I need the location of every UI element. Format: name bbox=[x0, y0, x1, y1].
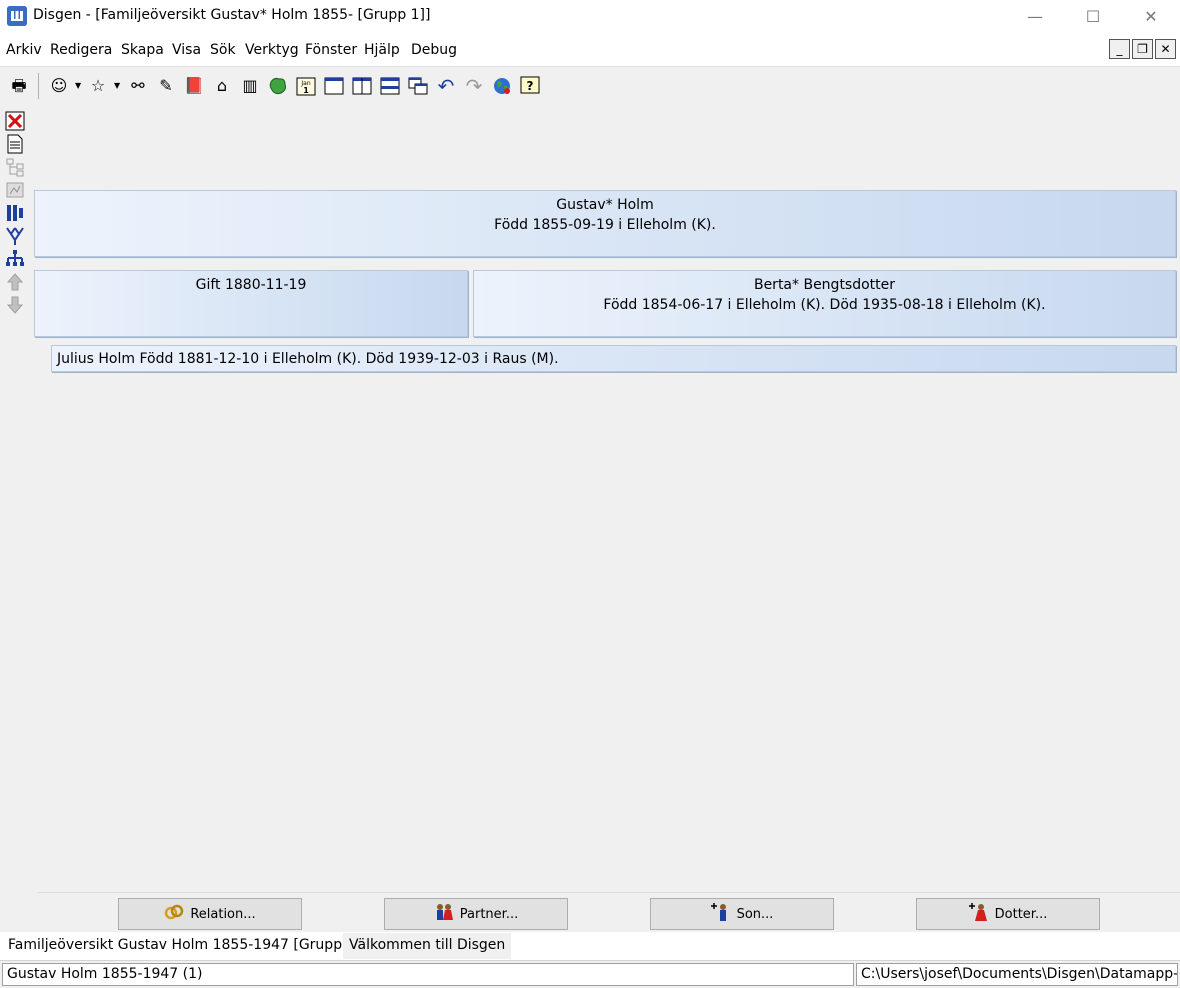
book-icon[interactable]: 📕 bbox=[183, 75, 205, 97]
up-dim-icon[interactable] bbox=[4, 271, 26, 293]
menu-skapa[interactable]: Skapa bbox=[121, 42, 164, 58]
columns-icon[interactable] bbox=[4, 202, 26, 224]
disgen-app-icon bbox=[7, 6, 27, 26]
menu-debug[interactable]: Debug bbox=[411, 42, 457, 58]
partner-button-label: Partner... bbox=[459, 906, 519, 922]
add-son-button[interactable]: Son... bbox=[650, 898, 834, 930]
add-daughter-button-label: Dotter... bbox=[994, 906, 1048, 922]
relation-button-label: Relation... bbox=[190, 906, 256, 922]
partner-card[interactable]: Berta* Bengtsdotter Född 1854-06-17 i El… bbox=[473, 270, 1176, 337]
add-daughter-button[interactable]: Dotter... bbox=[916, 898, 1100, 930]
menu-redigera[interactable]: Redigera bbox=[50, 42, 112, 58]
child-row[interactable]: Julius Holm Född 1881-12-10 i Elleholm (… bbox=[51, 345, 1176, 372]
family-overview-workspace: Gustav* Holm Född 1855-09-19 i Elleholm … bbox=[0, 106, 1180, 932]
window-single-icon[interactable] bbox=[323, 75, 345, 97]
tab-welcome[interactable]: Välkommen till Disgen bbox=[343, 933, 512, 959]
menu-verktyg[interactable]: Verktyg bbox=[245, 42, 299, 58]
action-button-panel: Relation... Partner... Son... Dotter... bbox=[37, 892, 1180, 932]
partner-name: Berta* Bengtsdotter bbox=[753, 277, 896, 293]
menu-bar: Arkiv Redigera Skapa Visa Sök Verktyg Fö… bbox=[0, 36, 1180, 64]
rings-icon bbox=[164, 904, 184, 924]
add-daughter-icon bbox=[968, 902, 989, 926]
close-button[interactable]: ✕ bbox=[1122, 0, 1180, 32]
partner-button[interactable]: Partner... bbox=[384, 898, 568, 930]
menu-fonster[interactable]: Fönster bbox=[305, 42, 357, 58]
side-toolbar bbox=[4, 110, 30, 317]
window-title: Disgen - [Familjeöversikt Gustav* Holm 1… bbox=[33, 7, 431, 23]
maximize-button[interactable]: ☐ bbox=[1064, 0, 1122, 32]
menu-arkiv[interactable]: Arkiv bbox=[6, 42, 42, 58]
partner-details: Född 1854-06-17 i Elleholm (K). Död 1935… bbox=[603, 297, 1046, 313]
add-son-button-label: Son... bbox=[736, 906, 774, 922]
notes-icon[interactable] bbox=[4, 133, 26, 155]
head-person-name: Gustav* Holm bbox=[556, 197, 654, 213]
chevron-down-icon[interactable]: ▼ bbox=[114, 81, 120, 90]
toolbar: 🖶 ☺ ▼ ☆ ▼ ⚯ ✎ 📕 ⌂ ▥ Jan 1 ↶ ↷ ? bbox=[0, 66, 1180, 106]
window-split-vertical-icon[interactable] bbox=[351, 75, 373, 97]
disgen-window: Disgen - [Familjeöversikt Gustav* Holm 1… bbox=[0, 0, 1180, 988]
minimize-button[interactable]: — bbox=[1006, 0, 1064, 32]
window-split-horizontal-icon[interactable] bbox=[379, 75, 401, 97]
mdi-minimize-button[interactable]: _ bbox=[1109, 39, 1130, 59]
marriage-card[interactable]: Gift 1880-11-19 bbox=[34, 270, 468, 337]
undo-icon[interactable]: ↶ bbox=[435, 75, 457, 97]
books-icon[interactable]: ▥ bbox=[239, 75, 261, 97]
ancestors-icon[interactable] bbox=[4, 248, 26, 270]
status-data-path: C:\Users\josef\Documents\Disgen\Datamapp… bbox=[856, 963, 1178, 986]
status-current-person: Gustav Holm 1855-1947 (1) bbox=[2, 963, 854, 986]
status-bar: Gustav Holm 1855-1947 (1) C:\Users\josef… bbox=[0, 960, 1180, 988]
chevron-down-icon[interactable]: ▼ bbox=[75, 81, 81, 90]
add-son-icon bbox=[710, 902, 731, 926]
globe-icon[interactable] bbox=[491, 75, 513, 97]
svg-text:?: ? bbox=[527, 79, 534, 93]
toolbar-separator bbox=[38, 73, 39, 99]
mdi-close-button[interactable]: ✕ bbox=[1155, 39, 1176, 59]
descendants-icon[interactable] bbox=[4, 225, 26, 247]
tree-dim-icon[interactable] bbox=[4, 156, 26, 178]
child-text: Julius Holm Född 1881-12-10 i Elleholm (… bbox=[57, 351, 559, 367]
source-dim-icon[interactable] bbox=[4, 179, 26, 201]
relation-button[interactable]: Relation... bbox=[118, 898, 302, 930]
marriage-text: Gift 1880-11-19 bbox=[195, 277, 307, 293]
print-icon[interactable]: 🖶 bbox=[8, 75, 30, 97]
person-star-icon[interactable]: ☆ bbox=[87, 75, 109, 97]
head-person-details: Född 1855-09-19 i Elleholm (K). bbox=[494, 217, 716, 233]
menu-visa[interactable]: Visa bbox=[172, 42, 201, 58]
svg-text:1: 1 bbox=[303, 86, 309, 95]
mdi-restore-button[interactable]: ❐ bbox=[1132, 39, 1153, 59]
calendar-icon[interactable]: Jan 1 bbox=[295, 75, 317, 97]
window-tab-strip: Familjeöversikt Gustav Holm 1855-1947 [G… bbox=[0, 932, 1180, 960]
window-cascade-icon[interactable] bbox=[407, 75, 429, 97]
head-person-card[interactable]: Gustav* Holm Född 1855-09-19 i Elleholm … bbox=[34, 190, 1176, 257]
edit-notes-icon[interactable]: ✎ bbox=[155, 75, 177, 97]
tab-family-overview[interactable]: Familjeöversikt Gustav Holm 1855-1947 [G… bbox=[2, 933, 367, 959]
home-icon[interactable]: ⌂ bbox=[211, 75, 233, 97]
menu-sok[interactable]: Sök bbox=[210, 42, 236, 58]
help-icon[interactable]: ? bbox=[519, 75, 541, 97]
binoculars-icon[interactable]: ⚯ bbox=[127, 75, 149, 97]
title-bar: Disgen - [Familjeöversikt Gustav* Holm 1… bbox=[0, 0, 1180, 34]
redo-icon[interactable]: ↷ bbox=[463, 75, 485, 97]
menu-hjalp[interactable]: Hjälp bbox=[364, 42, 400, 58]
person-icon[interactable]: ☺ bbox=[48, 75, 70, 97]
down-dim-icon[interactable] bbox=[4, 294, 26, 316]
couple-icon bbox=[434, 903, 454, 925]
close-red-x-icon[interactable] bbox=[4, 110, 26, 132]
map-icon[interactable] bbox=[267, 75, 289, 97]
